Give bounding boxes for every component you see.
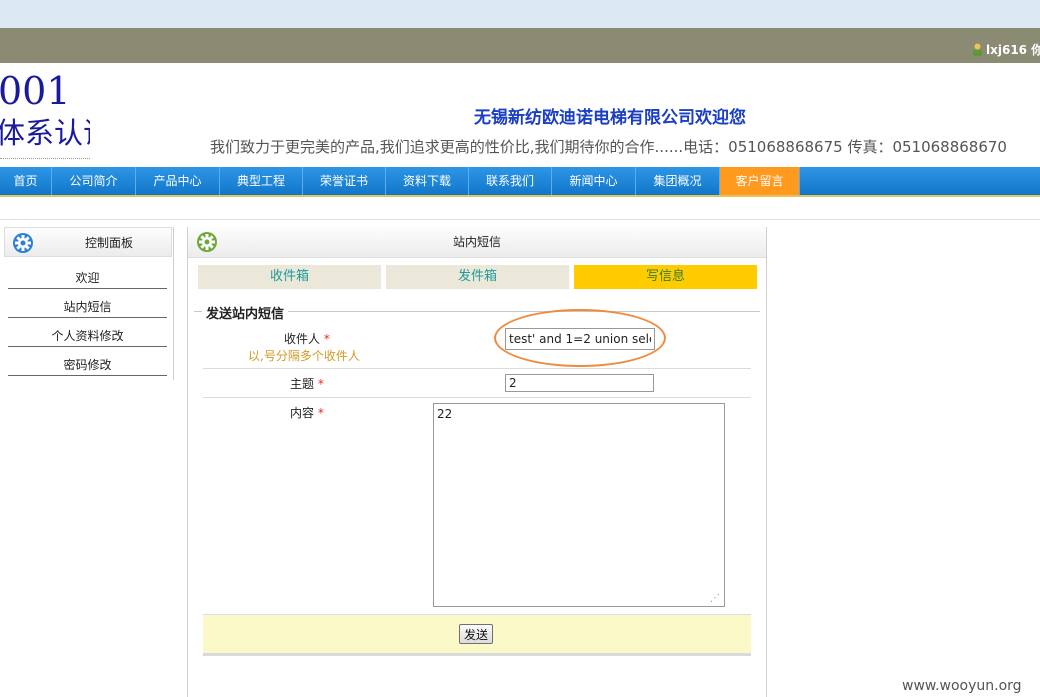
user-greeting: lxj616 你好: [972, 41, 1040, 58]
logo-divider: [0, 158, 90, 159]
submit-bar: 发送: [203, 614, 751, 656]
logo-text-bottom: 体系认证: [0, 116, 90, 150]
required-mark: *: [317, 406, 324, 420]
control-panel-sidebar: 控制面板 欢迎 站内短信 个人资料修改 密码修改: [0, 227, 174, 380]
message-panel: 站内短信 收件箱 发件箱 写信息 发送站内短信 收件人 * 以,号分隔多个收件人…: [187, 227, 767, 697]
gear-icon: [13, 233, 33, 253]
panel-header: 站内短信: [188, 227, 766, 258]
nav-projects[interactable]: 典型工程: [220, 167, 303, 195]
sidebar-header: 控制面板: [4, 227, 172, 257]
watermark: www.wooyun.org: [902, 678, 1022, 694]
nav-about[interactable]: 公司简介: [52, 167, 136, 195]
sidebar-item-welcome[interactable]: 欢迎: [8, 268, 167, 289]
content-label-text: 内容: [290, 406, 315, 420]
send-button[interactable]: 发送: [459, 624, 494, 644]
nav-home[interactable]: 首页: [0, 167, 52, 195]
panel-title: 站内短信: [452, 235, 501, 249]
recipient-hint: 以,号分隔多个收件人: [248, 349, 360, 363]
row-divider: [203, 368, 751, 369]
recipient-label: 收件人 *: [284, 330, 330, 347]
form-legend: 发送站内短信: [202, 303, 289, 322]
main-nav: 首页 公司简介 产品中心 典型工程 荣誉证书 资料下载 联系我们 新闻中心 集团…: [0, 167, 1040, 197]
logo-text-top: 001: [0, 69, 71, 113]
recipient-label-text: 收件人: [284, 332, 321, 346]
resize-grip-icon[interactable]: ⋰: [710, 593, 722, 605]
content-textarea[interactable]: 22: [433, 403, 725, 607]
row-divider: [203, 397, 751, 398]
required-mark: *: [323, 332, 330, 346]
nav-contact[interactable]: 联系我们: [469, 167, 552, 195]
content-label: 内容 *: [290, 404, 324, 421]
tab-compose[interactable]: 写信息: [574, 265, 757, 289]
required-mark: *: [317, 377, 324, 391]
tab-outbox[interactable]: 发件箱: [386, 265, 569, 289]
company-title: 无锡新纺欧迪诺电梯有限公司欢迎您: [474, 108, 746, 128]
nav-honors[interactable]: 荣誉证书: [303, 167, 386, 195]
nav-products[interactable]: 产品中心: [136, 167, 220, 195]
tab-inbox[interactable]: 收件箱: [198, 265, 381, 289]
subject-input[interactable]: [505, 374, 654, 392]
nav-messages[interactable]: 客户留言: [720, 167, 800, 195]
sidebar-item-messages[interactable]: 站内短信: [8, 297, 167, 318]
subject-label: 主题 *: [290, 375, 324, 392]
nav-news[interactable]: 新闻中心: [552, 167, 636, 195]
user-name: lxj616 你好: [986, 43, 1040, 57]
company-slogan: 我们致力于更完美的产品,我们追求更高的性价比,我们期待你的合作......电话：…: [210, 138, 1007, 156]
sidebar-title: 控制面板: [84, 236, 133, 250]
nav-group[interactable]: 集团概况: [636, 167, 720, 195]
header-divider: [0, 219, 1040, 220]
logo: 001 体系认证: [0, 66, 90, 162]
nav-downloads[interactable]: 资料下载: [386, 167, 469, 195]
browser-top-strip: [0, 0, 1040, 28]
user-icon: [973, 43, 982, 56]
user-bar: [0, 28, 1040, 63]
sidebar-item-profile[interactable]: 个人资料修改: [8, 326, 167, 347]
subject-label-text: 主题: [290, 377, 315, 391]
recipient-input[interactable]: [505, 328, 655, 350]
sidebar-item-password[interactable]: 密码修改: [8, 355, 167, 376]
